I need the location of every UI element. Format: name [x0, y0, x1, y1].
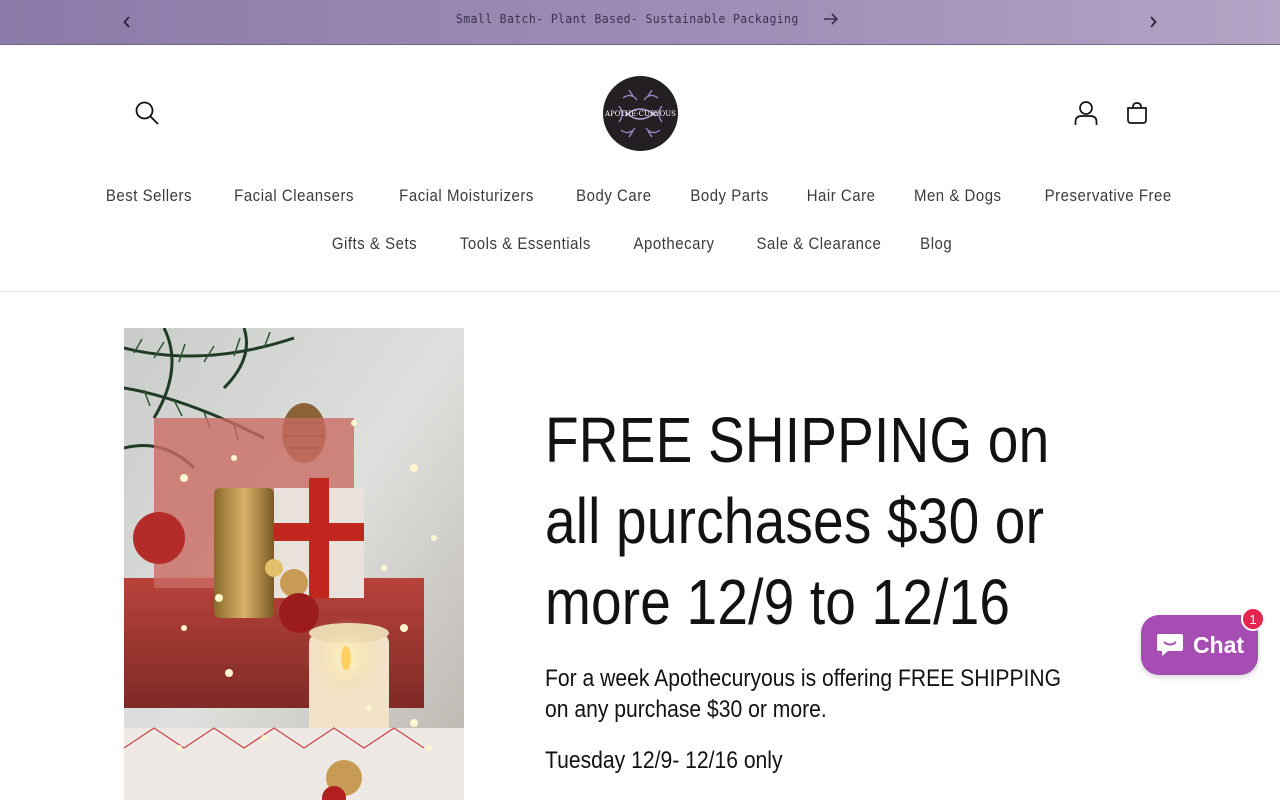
nav-item-apothecary[interactable]: Apothecary: [621, 234, 727, 254]
announcement-next-button[interactable]: [1142, 11, 1164, 33]
announcement-link[interactable]: Small Batch- Plant Based- Sustainable Pa…: [0, 11, 1280, 26]
hero-description: For a week Apothecuryous is offering FRE…: [545, 665, 1062, 723]
nav-item-facial-cleansers[interactable]: Facial Cleansers: [222, 186, 367, 206]
nav-item-preservative-free[interactable]: Preservative Free: [1032, 186, 1184, 206]
nav-item-best-sellers[interactable]: Best Sellers: [93, 186, 204, 206]
nav-item-sale-clearance[interactable]: Sale & Clearance: [744, 234, 894, 254]
chat-label: Chat: [1192, 631, 1245, 658]
arrow-right-icon: [824, 12, 839, 25]
nav-item-body-parts[interactable]: Body Parts: [678, 186, 781, 206]
nav-item-blog[interactable]: Blog: [907, 234, 964, 254]
account-icon: [1074, 101, 1098, 125]
main-nav-row-1: Best Sellers Facial Cleansers Facial Moi…: [0, 186, 1280, 206]
hero-image: [124, 328, 464, 800]
account-button[interactable]: [1069, 96, 1103, 130]
chevron-right-icon: [1150, 16, 1157, 28]
site-header: APOTHE·CURYOUS Best Sellers Facial Clean…: [0, 45, 1280, 292]
chat-button[interactable]: Chat 1: [1141, 607, 1265, 675]
hero-photo: [124, 328, 464, 800]
search-button[interactable]: [130, 96, 164, 130]
chat-bubble-icon: [1156, 634, 1183, 656]
cart-button[interactable]: [1120, 96, 1154, 130]
announcement-bar: Small Batch- Plant Based- Sustainable Pa…: [0, 0, 1280, 45]
nav-item-gifts-sets[interactable]: Gifts & Sets: [319, 234, 429, 254]
nav-item-facial-moisturizers[interactable]: Facial Moisturizers: [387, 186, 546, 206]
store-logo[interactable]: APOTHE·CURYOUS: [603, 76, 678, 151]
hero-content: FREE SHIPPING on all purchases $30 or mo…: [545, 400, 1085, 776]
logo-emblem-icon: APOTHE·CURYOUS: [604, 89, 676, 138]
cart-icon: [1127, 102, 1147, 124]
nav-item-men-dogs[interactable]: Men & Dogs: [902, 186, 1014, 206]
nav-item-hair-care[interactable]: Hair Care: [794, 186, 887, 206]
announcement-text: Small Batch- Plant Based- Sustainable Pa…: [455, 11, 799, 26]
nav-item-tools-essentials[interactable]: Tools & Essentials: [448, 234, 604, 254]
main-nav-row-2: Gifts & Sets Tools & Essentials Apotheca…: [0, 234, 1280, 254]
chat-notification-badge: 1: [1241, 607, 1265, 631]
logo-text: APOTHE·CURYOUS: [604, 110, 676, 118]
hero-date-range: Tuesday 12/9- 12/16 only: [545, 747, 783, 774]
hero-title: FREE SHIPPING on all purchases $30 or mo…: [545, 404, 1050, 638]
nav-item-body-care[interactable]: Body Care: [564, 186, 664, 206]
search-icon: [135, 101, 159, 125]
